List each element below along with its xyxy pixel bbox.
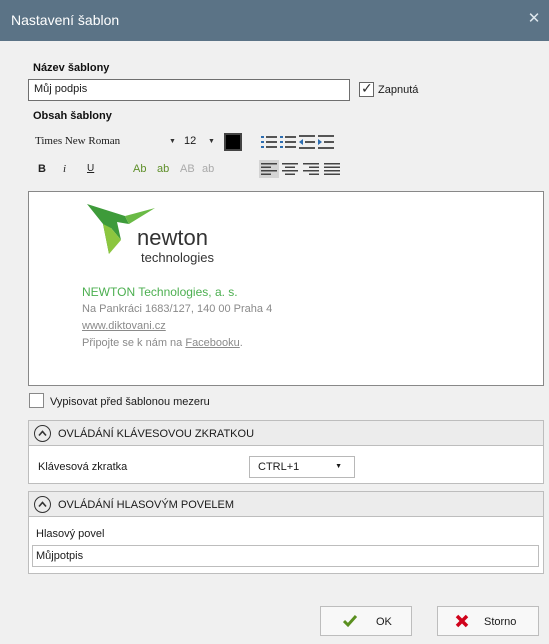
- font-family-select[interactable]: Times New Roman: [35, 135, 120, 147]
- numbered-list-icon[interactable]: [280, 135, 296, 149]
- bold-button[interactable]: B: [38, 163, 46, 175]
- signature-company: NEWTON Technologies, a. s.: [82, 285, 238, 299]
- collapse-chevron-up-icon[interactable]: [34, 496, 51, 513]
- font-size-select[interactable]: 12: [184, 135, 196, 147]
- shortcut-section-title: OVLÁDÁNÍ KLÁVESOVOU ZKRATKOU: [58, 428, 255, 440]
- cancel-button[interactable]: Storno: [437, 606, 539, 636]
- chevron-down-icon: ▼: [335, 463, 342, 470]
- decrease-indent-icon[interactable]: [299, 135, 315, 149]
- align-right-button[interactable]: [301, 160, 321, 178]
- enabled-checkbox[interactable]: [359, 80, 374, 97]
- connect-prefix: Připojte se k nám na: [82, 337, 186, 349]
- title-bar: Nastavení šablon ✕: [0, 0, 549, 41]
- text-color-picker[interactable]: [224, 133, 242, 151]
- connect-suffix: .: [239, 337, 243, 349]
- toggle-case-button[interactable]: ab: [202, 163, 214, 175]
- shortcut-value: CTRL+1: [258, 461, 300, 473]
- bullet-list-icon[interactable]: [261, 135, 277, 149]
- cancel-x-icon: [455, 614, 469, 628]
- align-justify-button[interactable]: [322, 160, 342, 178]
- template-editor[interactable]: newton technologies NEWTON Technologies,…: [28, 191, 544, 386]
- align-center-button[interactable]: [280, 160, 300, 178]
- voice-section-title: OVLÁDÁNÍ HLASOVÝM POVELEM: [58, 499, 235, 511]
- shortcut-section-header[interactable]: OVLÁDÁNÍ KLÁVESOVOU ZKRATKOU: [28, 420, 544, 446]
- uppercase-button[interactable]: AB: [180, 163, 195, 175]
- signature-web-link[interactable]: www.diktovani.cz: [82, 320, 166, 332]
- voice-command-input[interactable]: Můjpotpis: [32, 545, 539, 567]
- enabled-label: Zapnutá: [378, 84, 419, 96]
- signature-address: Na Pankráci 1683/127, 140 00 Praha 4: [82, 303, 273, 315]
- ok-button[interactable]: OK: [320, 606, 412, 636]
- shortcut-select[interactable]: CTRL+1 ▼: [249, 456, 355, 478]
- window-title: Nastavení šablon: [11, 12, 120, 28]
- voice-section-header[interactable]: OVLÁDÁNÍ HLASOVÝM POVELEM: [28, 491, 544, 517]
- increase-indent-icon[interactable]: [318, 135, 334, 149]
- logo-main-text: newton: [137, 225, 208, 250]
- ok-label: OK: [376, 616, 392, 628]
- lowercase-button[interactable]: ab: [157, 163, 169, 175]
- underline-button[interactable]: U: [87, 163, 94, 174]
- checkmark-icon: [342, 614, 358, 628]
- font-family-dropdown-icon[interactable]: ▼: [169, 138, 176, 145]
- facebook-link[interactable]: Facebooku: [185, 337, 239, 349]
- close-icon[interactable]: ✕: [525, 10, 543, 28]
- align-left-button[interactable]: [259, 160, 279, 178]
- cancel-label: Storno: [484, 616, 517, 628]
- template-name-input[interactable]: Můj podpis: [28, 79, 350, 101]
- voice-command-label: Hlasový povel: [36, 528, 105, 540]
- font-size-dropdown-icon[interactable]: ▼: [208, 138, 215, 145]
- collapse-chevron-up-icon[interactable]: [34, 425, 51, 442]
- newton-logo: newton technologies: [85, 194, 235, 266]
- logo-sub-text: technologies: [141, 250, 214, 265]
- template-name-label: Název šablony: [33, 62, 110, 74]
- space-before-checkbox[interactable]: [29, 393, 44, 408]
- capitalize-button[interactable]: Ab: [133, 163, 146, 175]
- template-content-label: Obsah šablony: [33, 110, 112, 122]
- signature-connect-line: Připojte se k nám na Facebooku.: [82, 337, 243, 349]
- italic-button[interactable]: i: [63, 163, 66, 175]
- shortcut-label: Klávesová zkratka: [38, 461, 128, 473]
- space-before-label: Vypisovat před šablonou mezeru: [50, 396, 210, 408]
